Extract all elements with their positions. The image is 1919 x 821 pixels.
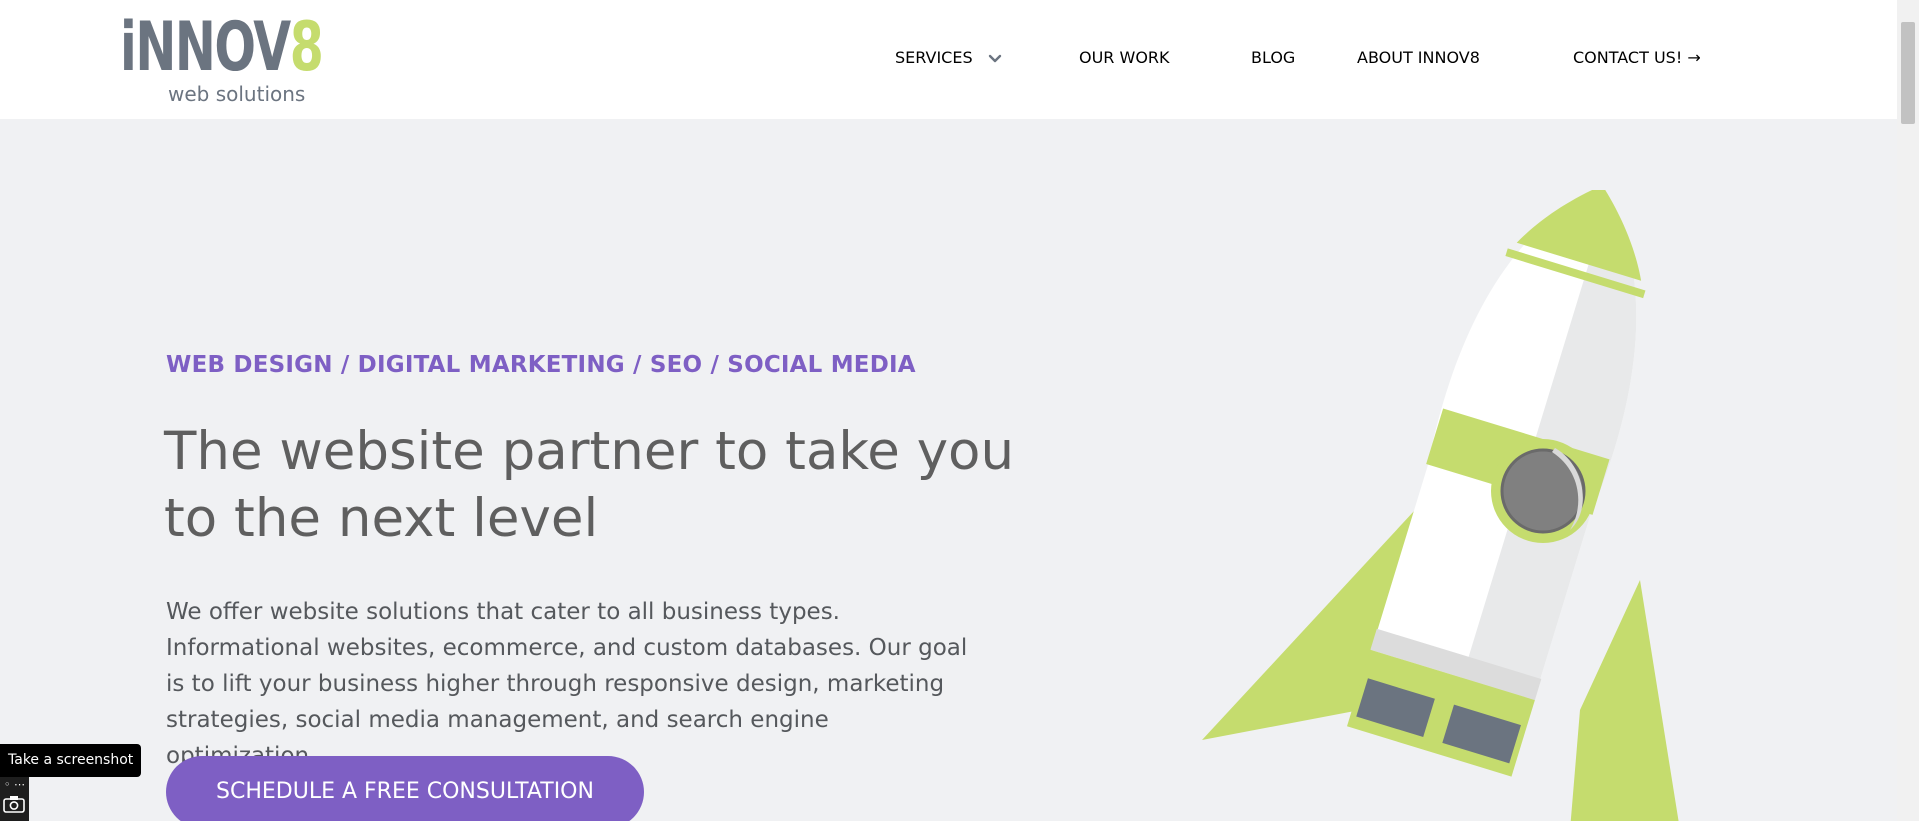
- hero-description: We offer website solutions that cater to…: [166, 599, 968, 769]
- logo-eight: 8: [289, 8, 324, 87]
- chevron-down-icon: [988, 54, 1001, 62]
- nav-blog[interactable]: BLOG: [1251, 40, 1295, 76]
- screenshot-widget[interactable]: ◦ ⋯: [0, 777, 29, 821]
- hero-headline: The website partner to take you to the n…: [164, 421, 1015, 549]
- nav-our-work[interactable]: OUR WORK: [1079, 40, 1170, 76]
- more-options-icon[interactable]: ◦ ⋯: [4, 779, 25, 791]
- rocket-right-fin: [1570, 580, 1679, 821]
- rocket-illustration: [1202, 190, 1679, 821]
- scrollbar-thumb[interactable]: [1901, 22, 1915, 124]
- page-scrollbar[interactable]: [1897, 0, 1919, 821]
- logo-wordmark: iNNOV8: [120, 8, 324, 88]
- site-logo[interactable]: iNNOV8 web solutions: [120, 8, 324, 110]
- schedule-consultation-button[interactable]: SCHEDULE A FREE CONSULTATION: [166, 756, 644, 821]
- nav-services[interactable]: SERVICES: [895, 40, 1002, 76]
- nav-about[interactable]: ABOUT INNOV8: [1357, 40, 1480, 76]
- logo-text: iNNOV: [120, 8, 291, 87]
- site-header: iNNOV8 web solutions SERVICES OUR WORK B…: [0, 0, 1897, 119]
- logo-subtitle: web solutions: [168, 82, 306, 106]
- nav-contact[interactable]: CONTACT US! →: [1573, 40, 1701, 76]
- camera-icon[interactable]: [3, 795, 25, 813]
- nav-services-label: SERVICES: [895, 48, 973, 67]
- screenshot-tooltip: Take a screenshot: [0, 744, 142, 777]
- hero-tagline: WEB DESIGN / DIGITAL MARKETING / SEO / S…: [166, 352, 916, 378]
